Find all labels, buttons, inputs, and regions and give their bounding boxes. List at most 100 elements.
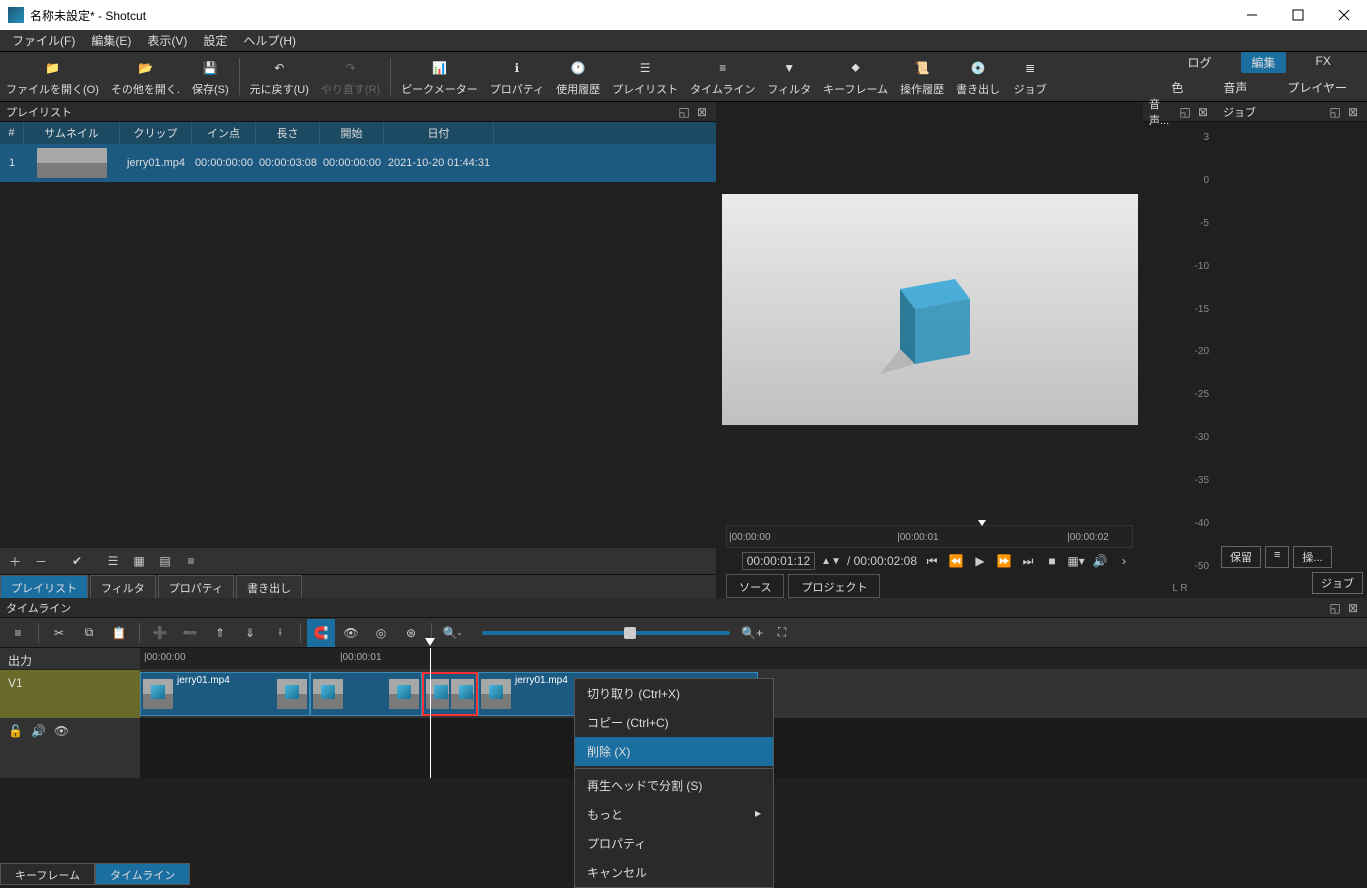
toolbar-open-other[interactable]: 📂その他を開く. [105, 52, 186, 101]
timeline-clip[interactable]: jerry01.mp4 [140, 672, 310, 716]
audio-undock-icon[interactable]: ◱ [1177, 104, 1193, 120]
toolbar-playlist[interactable]: ☰プレイリスト [606, 52, 684, 101]
rtab-ログ[interactable]: ログ [1177, 52, 1221, 73]
forward-icon[interactable]: ⏩ [995, 552, 1013, 570]
pl-col-5[interactable]: 開始 [320, 122, 384, 144]
skip-end-icon[interactable]: ⏭ [1019, 552, 1037, 570]
pl-col-1[interactable]: サムネイル [24, 122, 120, 144]
zoom-in-icon[interactable]: 🔍+ [738, 619, 766, 647]
scrub-icon[interactable]: 👁 [337, 619, 365, 647]
toolbar-save[interactable]: 💾保存(S) [186, 52, 235, 101]
grid-icon[interactable]: ▦▾ [1067, 552, 1085, 570]
ctx-切り取り (Ctrl+X)[interactable]: 切り取り (Ctrl+X) [575, 679, 773, 708]
ctx-再生ヘッドで分割 (S)[interactable]: 再生ヘッドで分割 (S) [575, 771, 773, 800]
snap-icon[interactable]: 🧲 [307, 619, 335, 647]
ripple-icon[interactable]: ◎ [367, 619, 395, 647]
jobs-close-icon[interactable]: ⊠ [1345, 104, 1361, 120]
tl-menu-icon[interactable]: ≡ [4, 619, 32, 647]
lock-icon[interactable]: 🔓 [8, 724, 23, 738]
maximize-button[interactable] [1275, 0, 1321, 30]
jobs-btn-1[interactable]: ≡ [1265, 546, 1289, 568]
pl-col-2[interactable]: クリップ [120, 122, 192, 144]
menu-ファイル(F)[interactable]: ファイル(F) [4, 32, 83, 49]
zoom-out-icon[interactable]: 🔍- [438, 619, 466, 647]
zoom-fit-icon[interactable]: ⛶ [768, 619, 796, 647]
timeline-ruler[interactable]: |00:00:00 |00:00:01 [140, 648, 1367, 670]
pltab-プロパティ[interactable]: プロパティ [158, 575, 234, 598]
ctx-削除 (X)[interactable]: 削除 (X) [575, 737, 773, 766]
pl-col-0[interactable]: # [0, 122, 24, 144]
tab-source[interactable]: ソース [726, 574, 784, 598]
remove-button[interactable]: － [30, 550, 52, 572]
pl-col-3[interactable]: イン点 [192, 122, 256, 144]
toolbar-keyframes[interactable]: ⬥キーフレーム [817, 52, 894, 101]
jobs-btn-0[interactable]: 保留 [1221, 546, 1261, 568]
copy-icon[interactable]: ⧉ [75, 619, 103, 647]
remove-icon[interactable]: ➖ [176, 619, 204, 647]
pltab-フィルタ[interactable]: フィルタ [90, 575, 156, 598]
volume-icon[interactable]: 🔊 [1091, 552, 1109, 570]
timeline-clip[interactable] [310, 672, 422, 716]
add-button[interactable]: ＋ [4, 550, 26, 572]
pl-col-6[interactable]: 日付 [384, 122, 494, 144]
ctx-コピー (Ctrl+C)[interactable]: コピー (Ctrl+C) [575, 708, 773, 737]
menu-ヘルプ(H)[interactable]: ヘルプ(H) [235, 32, 304, 49]
tab-project[interactable]: プロジェクト [788, 574, 880, 598]
current-time[interactable]: 00:00:01:12 [742, 552, 815, 570]
minimize-button[interactable] [1229, 0, 1275, 30]
ctx-もっと[interactable]: もっと▸ [575, 800, 773, 829]
toolbar-peak[interactable]: 📊ピークメーター [395, 52, 484, 101]
rtab-音声[interactable]: 音声 [1213, 77, 1257, 98]
view-list-icon[interactable]: ☰ [102, 550, 124, 572]
ctx-プロパティ[interactable]: プロパティ [575, 829, 773, 858]
toolbar-filters[interactable]: ▼フィルタ [761, 52, 817, 101]
timeline-close-icon[interactable]: ⊠ [1345, 600, 1361, 616]
zoom-slider[interactable] [482, 631, 730, 635]
toolbar-jobs[interactable]: ≣ジョブ [1006, 52, 1054, 101]
ripple-all-icon[interactable]: ⊛ [397, 619, 425, 647]
stop-icon[interactable]: ■ [1043, 552, 1061, 570]
expand-icon[interactable]: › [1115, 552, 1133, 570]
rtab-FX[interactable]: FX [1306, 52, 1341, 73]
menu-設定[interactable]: 設定 [195, 32, 235, 49]
toolbar-open[interactable]: 📁ファイルを開く(O) [0, 52, 105, 101]
track-header-v1[interactable]: V1 [0, 670, 140, 718]
audio-close-icon[interactable]: ⊠ [1195, 104, 1211, 120]
skip-start-icon[interactable]: ⏮ [923, 552, 941, 570]
playlist-row[interactable]: 1 jerry01.mp4 00:00:00:00 00:00:03:08 00… [0, 144, 716, 182]
lift-icon[interactable]: ⇑ [206, 619, 234, 647]
jobs-undock-icon[interactable]: ◱ [1327, 104, 1343, 120]
toolbar-export[interactable]: 💿書き出し [950, 52, 1006, 101]
preview-ruler[interactable]: |00:00:00 |00:00:01 |00:00:02 [726, 525, 1133, 549]
pltab-書き出し[interactable]: 書き出し [236, 575, 302, 598]
ctx-キャンセル[interactable]: キャンセル [575, 858, 773, 887]
playlist-undock-icon[interactable]: ◱ [676, 104, 692, 120]
toolbar-history[interactable]: 📜操作履歴 [894, 52, 950, 101]
tab-timeline[interactable]: タイムライン [95, 863, 190, 885]
menu-表示(V)[interactable]: 表示(V) [139, 32, 195, 49]
toolbar-props[interactable]: ℹプロパティ [484, 52, 550, 101]
jobs-btn-3[interactable]: ジョブ [1312, 572, 1363, 594]
hide-icon[interactable]: 👁 [54, 724, 69, 738]
jobs-btn-2[interactable]: 操... [1293, 546, 1331, 568]
play-icon[interactable]: ▶ [971, 552, 989, 570]
tab-keyframes[interactable]: キーフレーム [0, 863, 95, 885]
split-icon[interactable]: ⟊ [266, 619, 294, 647]
check-button[interactable]: ✔ [66, 550, 88, 572]
append-icon[interactable]: ➕ [146, 619, 174, 647]
overwrite-icon[interactable]: ⇓ [236, 619, 264, 647]
toolbar-undo[interactable]: ↶元に戻す(U) [244, 52, 315, 101]
timeline-playhead[interactable] [430, 648, 431, 778]
view-grid-icon[interactable]: ▦ [128, 550, 150, 572]
timeline-undock-icon[interactable]: ◱ [1327, 600, 1343, 616]
playlist-close-icon[interactable]: ⊠ [694, 104, 710, 120]
mute-icon[interactable]: 🔊 [31, 724, 46, 738]
menu-編集(E)[interactable]: 編集(E) [83, 32, 139, 49]
view-menu-icon[interactable]: ≡ [180, 550, 202, 572]
close-button[interactable] [1321, 0, 1367, 30]
preview-playhead[interactable] [978, 520, 986, 526]
rewind-icon[interactable]: ⏪ [947, 552, 965, 570]
rtab-編集[interactable]: 編集 [1241, 52, 1285, 73]
pltab-プレイリスト[interactable]: プレイリスト [0, 575, 88, 598]
pl-col-4[interactable]: 長さ [256, 122, 320, 144]
